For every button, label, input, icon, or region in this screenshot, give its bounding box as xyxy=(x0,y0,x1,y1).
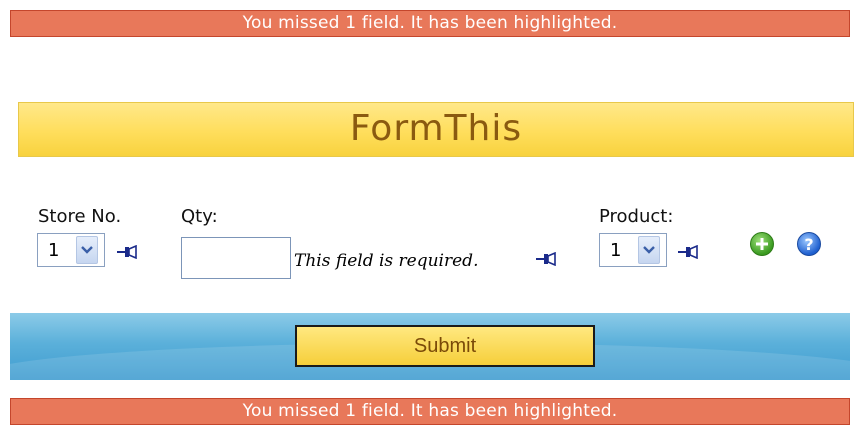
help-icon: ? xyxy=(804,234,814,254)
qty-label: Qty: xyxy=(181,206,218,227)
submit-button[interactable]: Submit xyxy=(295,325,595,367)
store-label: Store No. xyxy=(38,206,122,227)
plus-icon xyxy=(756,238,768,250)
help-button[interactable]: ? xyxy=(797,232,821,256)
product-label: Product: xyxy=(599,206,674,227)
product-select-value: 1 xyxy=(610,239,622,261)
chevron-down-icon[interactable] xyxy=(76,236,98,264)
error-banner-top: You missed 1 field. It has been highligh… xyxy=(10,10,850,37)
pin-icon[interactable] xyxy=(116,245,138,259)
product-select[interactable]: 1 xyxy=(599,233,667,267)
add-product-button[interactable] xyxy=(750,232,774,256)
required-field-message: This field is required. xyxy=(294,251,479,271)
form-title: FormThis xyxy=(18,102,854,157)
qty-input[interactable] xyxy=(181,237,291,279)
error-banner-bottom: You missed 1 field. It has been highligh… xyxy=(10,398,850,425)
store-select[interactable]: 1 xyxy=(37,233,105,267)
pin-icon[interactable] xyxy=(677,245,699,259)
pin-icon[interactable] xyxy=(535,252,557,266)
chevron-down-icon[interactable] xyxy=(638,236,660,264)
store-select-value: 1 xyxy=(48,239,60,261)
